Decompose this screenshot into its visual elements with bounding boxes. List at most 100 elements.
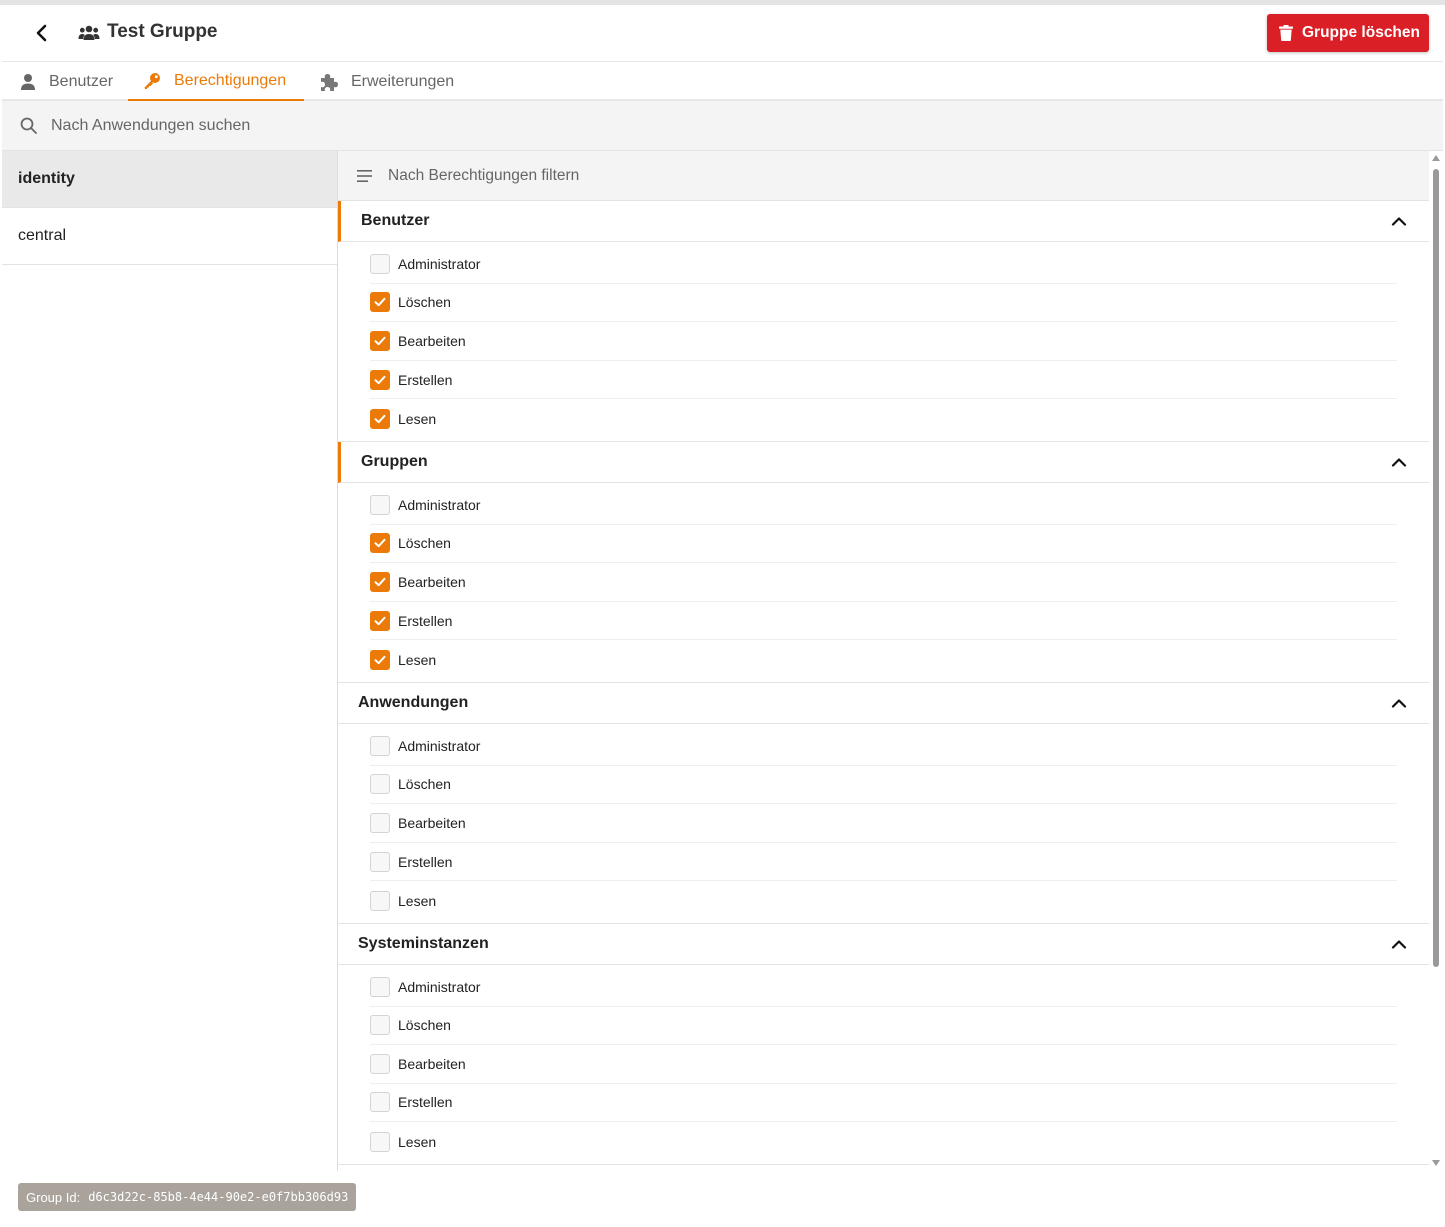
- permission-row: Löschen: [370, 766, 1397, 805]
- permission-checkbox[interactable]: [370, 292, 390, 313]
- permission-filter-bar: [338, 151, 1429, 201]
- permission-label: Löschen: [398, 535, 451, 552]
- checkmark-icon: [374, 655, 386, 664]
- permission-row: Bearbeiten: [370, 1045, 1397, 1084]
- permission-section: Systeminstanzen Administrator Löschen Bearb…: [338, 924, 1429, 1165]
- permission-row: Erstellen: [370, 1084, 1397, 1123]
- permission-row: Administrator: [370, 486, 1397, 525]
- permission-checkbox[interactable]: [370, 571, 390, 592]
- permission-filter-input[interactable]: [388, 166, 888, 185]
- permission-checkbox[interactable]: [370, 851, 390, 872]
- permission-label: Bearbeiten: [398, 573, 466, 590]
- permission-checkbox[interactable]: [370, 533, 390, 554]
- permission-checkbox[interactable]: [370, 649, 390, 670]
- checkmark-icon: [374, 336, 386, 346]
- tab-bar: Benutzer Berechtigungen Erweiterungen: [2, 63, 1443, 102]
- permission-row: Administrator: [370, 245, 1397, 284]
- permission-row: Löschen: [370, 1007, 1397, 1046]
- section-header[interactable]: Anwendungen: [338, 683, 1429, 724]
- permission-label: Administrator: [398, 496, 481, 513]
- checkmark-icon: [374, 577, 386, 587]
- tab-extensions[interactable]: Erweiterungen: [320, 63, 454, 101]
- page-header: Test Gruppe Gruppe löschen: [2, 5, 1443, 62]
- permission-section: Gruppen Administrator Löschen Bearbeiten Ers…: [338, 441, 1429, 683]
- app-item-identity[interactable]: identity: [2, 151, 337, 208]
- permission-label: Administrator: [398, 978, 481, 995]
- scrollbar-thumb[interactable]: [1433, 169, 1439, 967]
- tab-extensions-label: Erweiterungen: [351, 73, 455, 90]
- user-icon: [21, 74, 35, 90]
- delete-group-button[interactable]: Gruppe löschen: [1267, 14, 1429, 52]
- permission-checkbox[interactable]: [370, 1131, 390, 1152]
- group-icon: [78, 25, 100, 40]
- delete-group-label: Gruppe löschen: [1302, 24, 1420, 41]
- tab-users[interactable]: Benutzer: [20, 63, 113, 101]
- chevron-up-icon[interactable]: [1391, 939, 1407, 949]
- permission-section: Benutzer Administrator Löschen Bearbeiten Er…: [338, 201, 1429, 442]
- permission-row: Lesen: [370, 640, 1397, 679]
- permission-row: Lesen: [370, 399, 1397, 438]
- back-button[interactable]: [30, 21, 54, 45]
- permission-row: Erstellen: [370, 602, 1397, 641]
- chevron-up-icon[interactable]: [1391, 698, 1407, 708]
- permission-label: Erstellen: [398, 371, 453, 388]
- app-search-input[interactable]: [51, 116, 551, 135]
- permission-label: Löschen: [398, 776, 451, 793]
- checkmark-icon: [374, 298, 386, 307]
- permission-list: Administrator Löschen Bearbeiten Erstellen L…: [338, 242, 1429, 441]
- app-search-bar: [2, 101, 1443, 151]
- app-item-central[interactable]: central: [2, 208, 337, 265]
- permission-label: Lesen: [398, 1133, 437, 1150]
- tab-permissions[interactable]: Berechtigungen: [128, 63, 304, 102]
- permission-label: Erstellen: [398, 612, 453, 629]
- permission-checkbox[interactable]: [370, 774, 390, 795]
- permission-label: Administrator: [398, 255, 481, 272]
- scroll-up-arrow-icon: [1432, 155, 1440, 161]
- tab-permissions-label: Berechtigungen: [174, 72, 287, 89]
- permission-label: Erstellen: [398, 853, 453, 870]
- permission-label: Löschen: [398, 294, 451, 311]
- section-title: Benutzer: [361, 212, 430, 229]
- permission-row: Bearbeiten: [370, 322, 1397, 361]
- checkmark-icon: [374, 414, 386, 423]
- permission-row: Löschen: [370, 284, 1397, 323]
- section-header[interactable]: Benutzer: [338, 201, 1429, 242]
- section-title: Anwendungen: [358, 693, 469, 711]
- permission-list: Administrator Löschen Bearbeiten Erstellen L…: [338, 724, 1429, 923]
- permission-checkbox[interactable]: [370, 369, 390, 390]
- permission-checkbox[interactable]: [370, 610, 390, 631]
- permission-checkbox[interactable]: [370, 253, 390, 274]
- section-header[interactable]: Systeminstanzen: [338, 924, 1429, 965]
- permission-label: Bearbeiten: [398, 332, 466, 349]
- permission-row: Erstellen: [370, 843, 1397, 882]
- permission-checkbox[interactable]: [370, 1092, 390, 1113]
- group-id-value: d6c3d22c-85b8-4e44-90e2-e0f7bb306d93: [88, 1190, 349, 1204]
- permission-checkbox[interactable]: [370, 494, 390, 515]
- group-detail-page: Test Gruppe Gruppe löschen Benutzer Bere…: [2, 5, 1443, 1227]
- group-id-badge: Group Id: d6c3d22c-85b8-4e44-90e2-e0f7bb…: [18, 1183, 357, 1211]
- puzzle-icon: [321, 74, 338, 91]
- chevron-up-icon[interactable]: [1391, 457, 1407, 467]
- trash-icon: [1279, 25, 1293, 41]
- permission-label: Lesen: [398, 651, 437, 668]
- checkmark-icon: [374, 375, 386, 384]
- permission-checkbox[interactable]: [370, 735, 390, 756]
- scrollbar[interactable]: [1429, 151, 1443, 1171]
- group-id-label: Group Id:: [26, 1189, 81, 1205]
- checkmark-icon: [374, 539, 386, 548]
- chevron-up-icon[interactable]: [1391, 216, 1407, 226]
- permission-checkbox[interactable]: [370, 408, 390, 429]
- permission-checkbox[interactable]: [370, 812, 390, 833]
- permission-checkbox[interactable]: [370, 330, 390, 351]
- permission-checkbox[interactable]: [370, 890, 390, 911]
- section-header[interactable]: Gruppen: [338, 441, 1429, 483]
- tab-users-label: Benutzer: [49, 73, 114, 90]
- section-title: Systeminstanzen: [358, 934, 489, 952]
- scroll-down-arrow-icon: [1432, 1160, 1440, 1166]
- permission-row: Bearbeiten: [370, 563, 1397, 602]
- permission-checkbox[interactable]: [370, 976, 390, 997]
- search-icon: [20, 117, 37, 134]
- permission-row: Löschen: [370, 525, 1397, 564]
- permission-checkbox[interactable]: [370, 1053, 390, 1074]
- permission-checkbox[interactable]: [370, 1015, 390, 1036]
